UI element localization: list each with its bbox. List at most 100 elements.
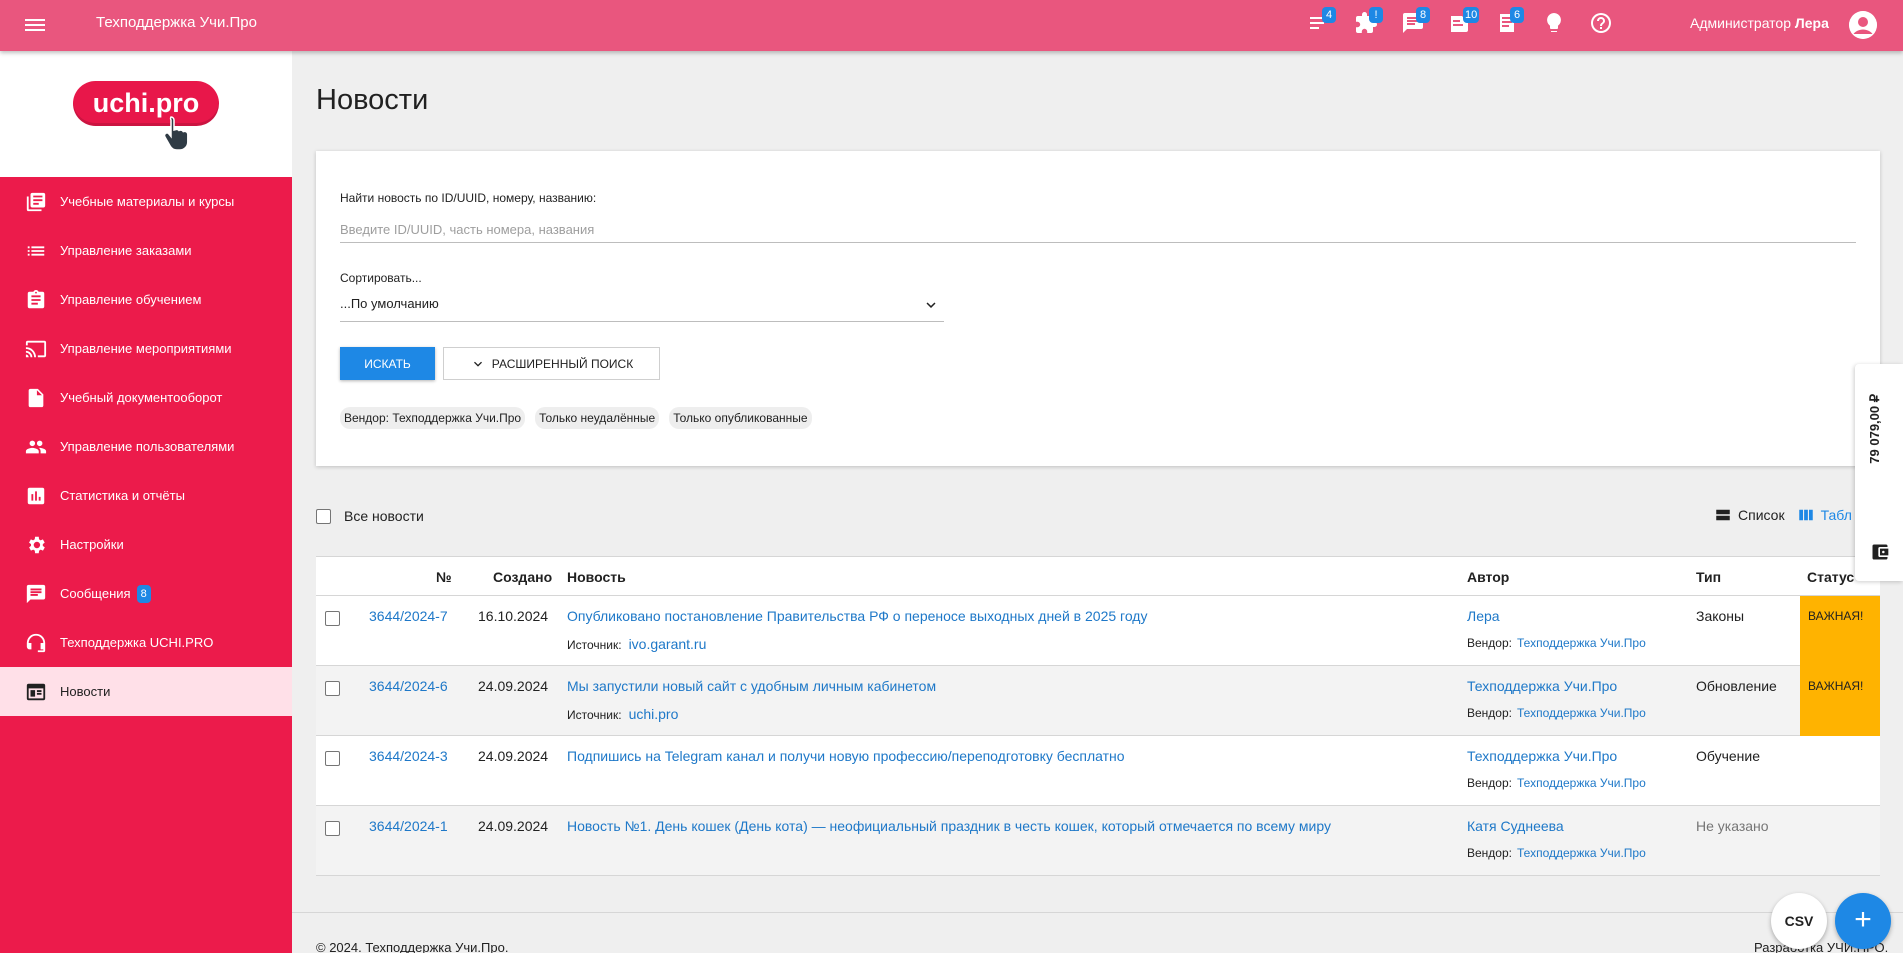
- sidebar-item-messages[interactable]: Сообщения 8: [0, 569, 292, 618]
- top-bar: Техподдержка Учи.Про 4 ! 8 10 6 Админист…: [0, 0, 1903, 51]
- footer-copyright: © 2024. Техподдержка Учи.Про.: [316, 940, 509, 953]
- row-checkbox[interactable]: [325, 821, 340, 836]
- notifications-list-icon[interactable]: 4: [1307, 7, 1336, 37]
- news-number-link[interactable]: 3644/2024-1: [369, 818, 448, 834]
- all-news-toggle[interactable]: Все новости: [316, 508, 424, 524]
- news-number-link[interactable]: 3644/2024-7: [369, 608, 448, 624]
- row-checkbox[interactable]: [325, 751, 340, 766]
- news-vendor: Вендор: Техподдержка Учи.Про: [1467, 776, 1646, 790]
- view-table-button[interactable]: Табл: [1797, 506, 1852, 524]
- row-checkbox[interactable]: [325, 681, 340, 696]
- header-type[interactable]: Тип: [1696, 569, 1721, 585]
- news-icon: [26, 683, 46, 700]
- lightbulb-icon[interactable]: [1542, 11, 1568, 37]
- news-title-link[interactable]: Мы запустили новый сайт с удобным личным…: [567, 678, 936, 694]
- chevron-down-icon: [926, 302, 936, 308]
- search-button[interactable]: ИСКАТЬ: [340, 347, 435, 380]
- news-vendor: Вендор: Техподдержка Учи.Про: [1467, 706, 1646, 720]
- documents-icon[interactable]: 6: [1495, 7, 1524, 37]
- table-row: 3644/2024-3 24.09.2024 Подпишись на Tele…: [316, 736, 1880, 806]
- gear-icon: [29, 536, 45, 553]
- sidebar-item-support[interactable]: Техподдержка UCHI.PRO: [0, 618, 292, 667]
- filter-chip-published[interactable]: Только опубликованные: [669, 407, 812, 429]
- author-link[interactable]: Техподдержка Учи.Про: [1467, 748, 1617, 764]
- view-switch: Список Табл: [1714, 506, 1864, 524]
- vendor-link[interactable]: Техподдержка Учи.Про: [1517, 706, 1646, 720]
- news-title-link[interactable]: Новость №1. День кошек (День кота) — нео…: [567, 818, 1331, 834]
- list-icon: [27, 245, 45, 256]
- header-author[interactable]: Автор: [1467, 569, 1509, 585]
- view-list-button[interactable]: Список: [1714, 506, 1785, 524]
- help-icon[interactable]: [1589, 11, 1615, 37]
- sidebar-item-users[interactable]: Управление пользователями: [0, 422, 292, 471]
- all-news-checkbox[interactable]: [316, 508, 331, 524]
- chart-icon: [27, 487, 45, 504]
- app-title[interactable]: Техподдержка Учи.Про: [96, 14, 257, 31]
- logo-area[interactable]: uchi.pro: [0, 51, 292, 177]
- sidebar-item-label: Управление заказами: [60, 243, 192, 258]
- source-link[interactable]: uchi.pro: [629, 706, 679, 722]
- sort-value: ...По умолчанию: [340, 296, 439, 311]
- table-row: 3644/2024-6 24.09.2024 Мы запустили новы…: [316, 666, 1880, 736]
- vendor-link[interactable]: Техподдержка Учи.Про: [1517, 636, 1646, 650]
- sidebar-item-label: Техподдержка UCHI.PRO: [60, 635, 214, 650]
- wallet-icon: [1872, 544, 1889, 560]
- header-created[interactable]: Создано: [493, 569, 552, 585]
- logo: uchi.pro: [73, 81, 219, 126]
- message-icon: [26, 584, 46, 603]
- news-title-link[interactable]: Подпишись на Telegram канал и получи нов…: [567, 748, 1125, 764]
- support-icon: [26, 633, 46, 652]
- vendor-label: Вендор:: [1467, 706, 1512, 720]
- sort-select[interactable]: ...По умолчанию: [340, 293, 944, 322]
- author-link[interactable]: Катя Суднеева: [1467, 818, 1564, 834]
- sidebar-item-label: Новости: [60, 684, 111, 699]
- search-input[interactable]: [340, 216, 1856, 243]
- sidebar-item-news[interactable]: Новости: [0, 667, 292, 716]
- news-vendor: Вендор: Техподдержка Учи.Про: [1467, 636, 1646, 650]
- sidebar-item-learning[interactable]: Управление обучением: [0, 275, 292, 324]
- sidebar-item-events[interactable]: Управление мероприятиями: [0, 324, 292, 373]
- csv-export-button[interactable]: CSV: [1771, 893, 1827, 949]
- advanced-search-label: РАСШИРЕННЫЙ ПОИСК: [491, 356, 634, 371]
- vendor-link[interactable]: Техподдержка Учи.Про: [1517, 846, 1646, 860]
- clipboard-icon: [27, 289, 45, 308]
- advanced-search-button[interactable]: РАСШИРЕННЫЙ ПОИСК: [443, 347, 660, 380]
- footer-divider: [292, 912, 1903, 913]
- news-title-link[interactable]: Опубликовано постановление Правительства…: [567, 608, 1147, 624]
- header-num[interactable]: №: [436, 569, 452, 585]
- row-checkbox[interactable]: [325, 611, 340, 626]
- sidebar-item-settings[interactable]: Настройки: [0, 520, 292, 569]
- source-link[interactable]: ivo.garant.ru: [629, 636, 707, 652]
- page-title: Новости: [316, 84, 429, 116]
- balance-side-tab[interactable]: 79 079,00 ₽: [1855, 364, 1903, 581]
- sidebar-item-orders[interactable]: Управление заказами: [0, 226, 292, 275]
- sidebar-item-documents[interactable]: Учебный документооборот: [0, 373, 292, 422]
- vendor-link[interactable]: Техподдержка Учи.Про: [1517, 776, 1646, 790]
- news-number-link[interactable]: 3644/2024-6: [369, 678, 448, 694]
- vendor-label: Вендор:: [1467, 636, 1512, 650]
- chevron-down-icon: [473, 361, 482, 367]
- header-news[interactable]: Новость: [567, 569, 626, 585]
- user-label[interactable]: Администратор Лера: [1690, 15, 1829, 31]
- sidebar-item-courses[interactable]: Учебные материалы и курсы: [0, 177, 292, 226]
- menu-icon[interactable]: [25, 16, 45, 34]
- vendor-label: Вендор:: [1467, 776, 1512, 790]
- author-link[interactable]: Техподдержка Учи.Про: [1467, 678, 1617, 694]
- puzzle-alert-icon[interactable]: !: [1354, 7, 1383, 37]
- news-number-link[interactable]: 3644/2024-3: [369, 748, 448, 764]
- news-date: 24.09.2024: [478, 748, 549, 764]
- avatar[interactable]: [1849, 11, 1877, 39]
- filter-chip-not-deleted[interactable]: Только неудалённые: [535, 407, 660, 429]
- tasks-icon[interactable]: 10: [1448, 7, 1480, 37]
- news-date: 24.09.2024: [478, 678, 549, 694]
- pointer-hand-icon: [163, 116, 189, 151]
- filter-chip-vendor[interactable]: Вендор: Техподдержка Учи.Про: [340, 407, 526, 429]
- sidebar-item-label: Управление пользователями: [60, 439, 235, 454]
- sidebar-item-statistics[interactable]: Статистика и отчёты: [0, 471, 292, 520]
- header-status[interactable]: Статус: [1807, 569, 1854, 585]
- add-news-button[interactable]: +: [1835, 893, 1891, 949]
- documents-badge: 6: [1510, 7, 1524, 23]
- author-link[interactable]: Лера: [1467, 608, 1500, 624]
- messages-icon[interactable]: 8: [1401, 7, 1430, 37]
- sidebar-item-label: Учебные материалы и курсы: [60, 194, 235, 209]
